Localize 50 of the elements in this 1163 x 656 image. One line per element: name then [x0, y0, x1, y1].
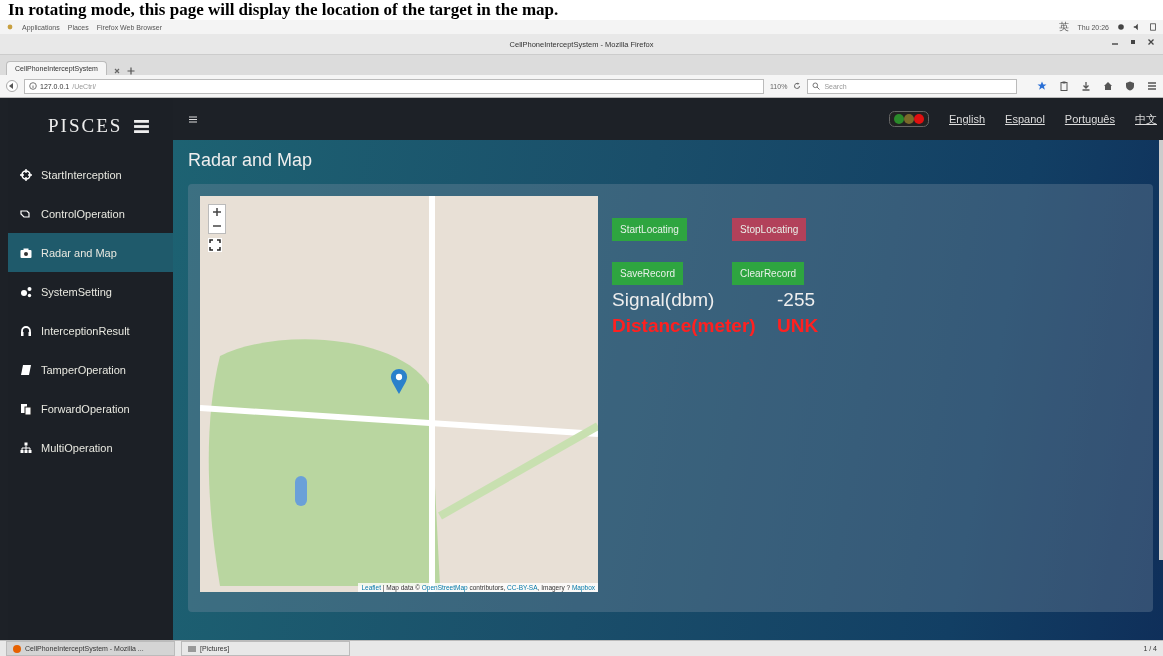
plus-icon[interactable] [126, 67, 135, 75]
traffic-light-icon [889, 111, 929, 127]
reading-label: Signal(dbm) [612, 289, 716, 311]
reload-icon[interactable] [793, 82, 802, 90]
menu-icon[interactable] [134, 119, 150, 133]
reading-value: -255 [777, 289, 816, 311]
location-pin-icon [390, 368, 408, 395]
search-icon [812, 82, 821, 90]
sidebar-item[interactable]: SystemSetting [8, 272, 173, 311]
sidebar-item[interactable]: MultiOperation [8, 428, 173, 467]
hierarchy-icon [20, 441, 32, 454]
camera-icon [20, 246, 32, 259]
close-icon[interactable] [1147, 38, 1155, 46]
reading-value: UNK [777, 315, 819, 337]
close-icon[interactable] [112, 67, 121, 75]
headphones-icon [20, 324, 32, 337]
back-icon[interactable] [6, 80, 18, 92]
page-title: Radar and Map [188, 150, 314, 171]
sidebar-item[interactable]: StartInterception [8, 155, 173, 194]
language-link[interactable]: English [949, 113, 986, 125]
shield-icon[interactable] [1125, 81, 1135, 91]
info-icon[interactable] [29, 82, 37, 90]
language-link[interactable]: Português [1064, 113, 1115, 125]
sidebar-item[interactable]: ControlOperation [8, 194, 173, 233]
scrollbar[interactable] [1159, 140, 1163, 560]
language-link[interactable]: Espanol [1005, 113, 1045, 125]
sidebar-item[interactable]: InterceptionResult [8, 311, 173, 350]
sidebar-item[interactable]: Radar and Map [8, 233, 173, 272]
app-logo: PISCES [48, 115, 123, 137]
caption-text: In rotating mode, this page will display the location of the target in the map. [7, 0, 560, 20]
action-button[interactable]: StopLocating [732, 218, 807, 241]
apps-icon [6, 23, 14, 31]
network-icon[interactable] [1117, 23, 1125, 31]
fullscreen-icon[interactable] [208, 238, 222, 252]
book-icon [20, 363, 32, 376]
sidebar-item[interactable]: ForwardOperation [8, 389, 173, 428]
sidebar-item[interactable]: TamperOperation [8, 350, 173, 389]
language-link[interactable]: 中文 [1135, 111, 1157, 127]
firefox-icon [13, 644, 21, 653]
download-icon[interactable] [1081, 81, 1091, 91]
reading-label: Distance(meter) [612, 315, 757, 337]
volume-icon[interactable] [1133, 23, 1141, 31]
documents-icon [20, 402, 32, 415]
clipboard-icon[interactable] [1059, 81, 1069, 91]
bookmark-star-icon[interactable] [1037, 81, 1047, 91]
maximize-icon[interactable] [1129, 38, 1137, 46]
input-method-indicator[interactable]: 英 [1059, 20, 1070, 34]
crosshair-icon [20, 168, 32, 181]
zoom-control[interactable] [208, 204, 226, 234]
home-icon[interactable] [1103, 81, 1113, 91]
